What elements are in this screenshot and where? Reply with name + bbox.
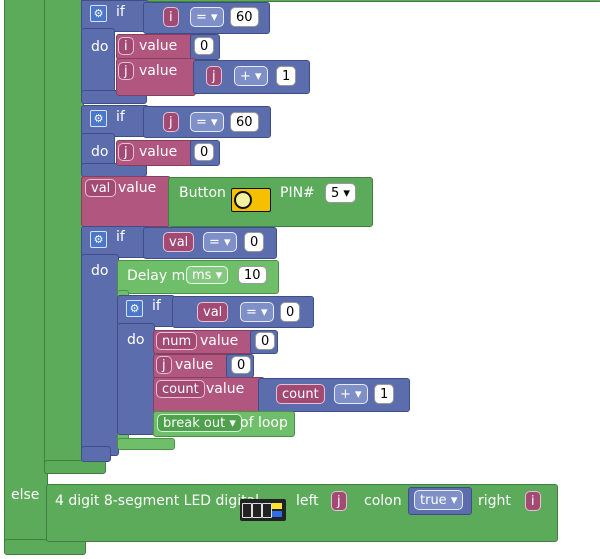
if-block-3-frame bbox=[81, 254, 119, 456]
unit-dropdown[interactable]: ms ▾ bbox=[186, 266, 229, 284]
value-label: value bbox=[118, 180, 157, 196]
of-loop-label: of loop bbox=[240, 415, 288, 431]
value-label: value bbox=[139, 63, 178, 79]
if-label: if bbox=[116, 4, 125, 20]
operator-dropdown[interactable]: = ▾ bbox=[203, 232, 237, 252]
number-input[interactable]: 60 bbox=[230, 112, 259, 132]
break-dropdown[interactable]: break out ▾ bbox=[157, 414, 242, 432]
do-label: do bbox=[91, 263, 109, 279]
number-input[interactable]: 1 bbox=[276, 66, 297, 86]
delay-container-bottom bbox=[117, 438, 175, 450]
inner-loop-bottom bbox=[44, 460, 106, 474]
variable-i[interactable]: i bbox=[163, 7, 179, 27]
number-input[interactable]: 0 bbox=[280, 302, 301, 322]
variable-j[interactable]: j bbox=[118, 143, 134, 161]
right-label: right bbox=[478, 493, 511, 509]
colon-dropdown[interactable]: true ▾ bbox=[414, 490, 464, 510]
operator-dropdown[interactable]: = ▾ bbox=[190, 7, 224, 27]
pin-dropdown[interactable]: 5 ▾ bbox=[325, 183, 356, 203]
led-module-icon bbox=[240, 499, 286, 521]
operator-dropdown[interactable]: + ▾ bbox=[234, 66, 268, 86]
variable-val[interactable]: val bbox=[197, 302, 229, 322]
operator-dropdown[interactable]: = ▾ bbox=[240, 302, 274, 322]
variable-num[interactable]: num bbox=[156, 332, 198, 350]
button-label: Button bbox=[179, 185, 226, 201]
variable-val[interactable]: val bbox=[163, 232, 195, 252]
value-label: value bbox=[200, 333, 239, 349]
if-label: if bbox=[116, 229, 125, 245]
number-input[interactable]: 0 bbox=[255, 332, 276, 350]
value-label: value bbox=[139, 144, 178, 160]
else-label: else bbox=[11, 487, 40, 503]
number-input[interactable]: 0 bbox=[231, 356, 252, 374]
variable-j[interactable]: j bbox=[331, 491, 347, 511]
variable-j[interactable]: j bbox=[206, 66, 222, 86]
variable-j[interactable]: j bbox=[163, 112, 179, 132]
gear-icon[interactable]: ⚙ bbox=[90, 231, 107, 248]
gear-icon[interactable]: ⚙ bbox=[126, 300, 143, 317]
number-input[interactable]: 60 bbox=[230, 7, 259, 27]
button-module-icon bbox=[231, 188, 271, 212]
outer-control-block[interactable] bbox=[4, 0, 48, 553]
left-label: left bbox=[296, 493, 319, 509]
value-label: value bbox=[206, 381, 245, 397]
operator-dropdown[interactable]: + ▾ bbox=[334, 384, 368, 404]
led-display-label: 4 digit 8-segment LED digital bbox=[55, 493, 260, 509]
if-label: if bbox=[152, 298, 161, 314]
variable-i[interactable]: i bbox=[118, 37, 134, 55]
if-block-3-bottom bbox=[81, 446, 111, 462]
variable-count[interactable]: count bbox=[276, 384, 325, 404]
colon-label: colon bbox=[364, 493, 402, 509]
delay-label: Delay ms bbox=[127, 268, 193, 284]
inner-loop-block[interactable] bbox=[44, 0, 84, 474]
number-input[interactable]: 0 bbox=[194, 37, 215, 55]
pin-label: PIN# bbox=[280, 185, 315, 201]
number-input[interactable]: 0 bbox=[194, 143, 215, 161]
variable-count[interactable]: count bbox=[156, 380, 205, 398]
value-label: value bbox=[139, 38, 178, 54]
do-label: do bbox=[91, 144, 109, 160]
variable-j[interactable]: j bbox=[118, 62, 134, 80]
gear-icon[interactable]: ⚙ bbox=[90, 5, 107, 22]
do-label: do bbox=[91, 39, 109, 55]
variable-val[interactable]: val bbox=[85, 179, 117, 197]
gear-icon[interactable]: ⚙ bbox=[90, 110, 107, 127]
value-label: value bbox=[175, 357, 214, 373]
number-input[interactable]: 0 bbox=[244, 232, 265, 252]
variable-i[interactable]: i bbox=[525, 491, 541, 511]
do-label: do bbox=[127, 332, 145, 348]
operator-dropdown[interactable]: = ▾ bbox=[190, 112, 224, 132]
number-input[interactable]: 1 bbox=[374, 384, 395, 404]
number-input[interactable]: 10 bbox=[238, 266, 267, 284]
if-label: if bbox=[116, 109, 125, 125]
variable-j[interactable]: j bbox=[156, 356, 172, 374]
